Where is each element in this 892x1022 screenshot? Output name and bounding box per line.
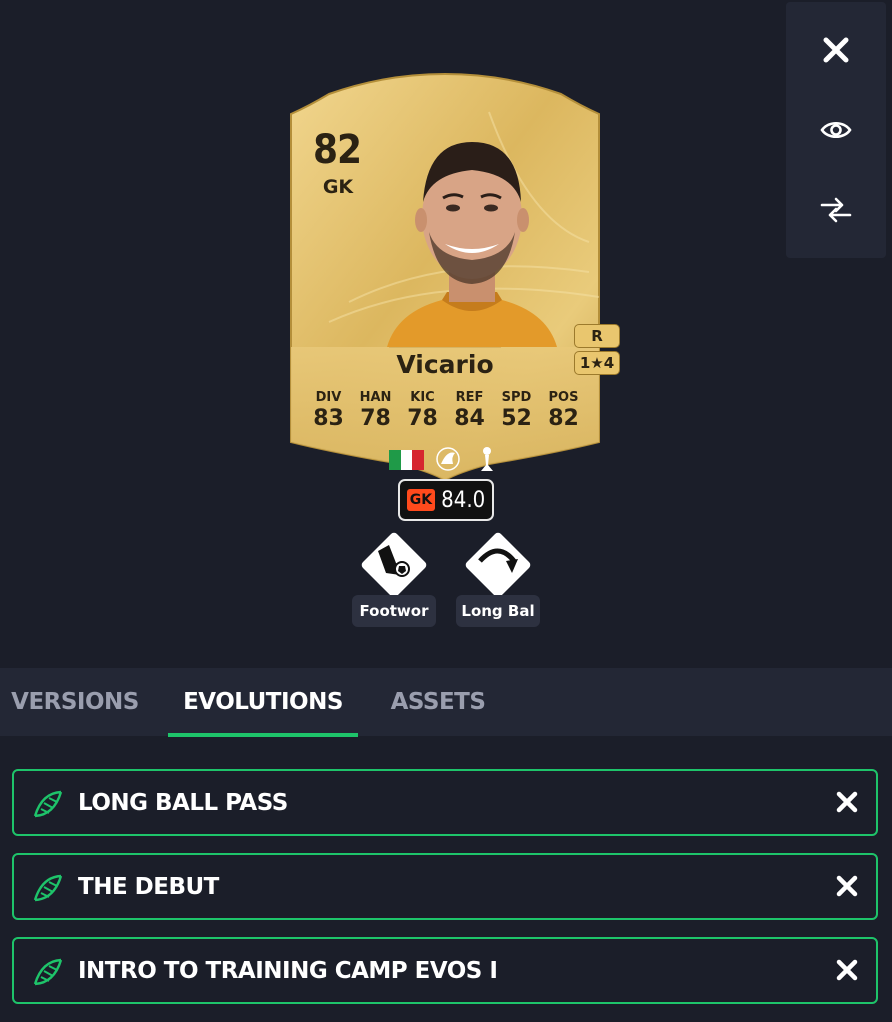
stat-spd: SPD 52 xyxy=(494,390,540,431)
stat-label: KIC xyxy=(410,390,435,405)
playstyle-label: Long Bal xyxy=(456,595,540,627)
stat-value: 78 xyxy=(360,406,391,431)
evolution-item[interactable]: INTRO TO TRAINING CAMP EVOS I xyxy=(12,937,878,1004)
stat-label: SPD xyxy=(501,390,532,405)
remove-evolution-button[interactable] xyxy=(832,871,862,901)
stat-label: POS xyxy=(548,390,579,405)
dna-icon xyxy=(33,958,63,986)
playstyle-long-ball[interactable]: Long Bal xyxy=(456,527,540,627)
tab-assets[interactable]: ASSETS xyxy=(376,668,500,736)
evolution-item[interactable]: THE DEBUT xyxy=(12,853,878,920)
rating-pill-position: GK xyxy=(406,489,436,511)
close-icon xyxy=(836,875,858,897)
card-stats: DIV 83 HAN 78 KIC 78 REF 84 SPD 52 POS 8… xyxy=(305,390,587,431)
close-icon xyxy=(836,959,858,981)
stat-kic: KIC 78 xyxy=(400,390,446,431)
premier-league-icon xyxy=(436,447,460,471)
player-name: Vicario xyxy=(396,350,494,379)
tottenham-icon xyxy=(481,447,493,471)
stat-value: 52 xyxy=(501,406,532,431)
player-portrait xyxy=(387,142,557,347)
stat-label: HAN xyxy=(359,390,392,405)
stat-value: 82 xyxy=(548,406,579,431)
evolution-item[interactable]: LONG BALL PASS xyxy=(12,769,878,836)
close-icon xyxy=(823,37,849,63)
close-button[interactable] xyxy=(786,10,886,90)
tab-versions[interactable]: VERSIONS xyxy=(0,668,150,736)
stat-value: 78 xyxy=(407,406,438,431)
compare-arrows-icon xyxy=(820,197,852,223)
evolution-title: INTRO TO TRAINING CAMP EVOS I xyxy=(78,957,498,984)
eye-icon xyxy=(820,121,852,139)
preferred-foot-value: R xyxy=(591,327,603,345)
long-ball-icon xyxy=(465,532,531,598)
stat-value: 84 xyxy=(454,406,485,431)
side-action-panel xyxy=(786,2,886,258)
skill-moves-value: 4 xyxy=(603,354,615,372)
rating-pill-value: 84.0 xyxy=(441,487,486,513)
rating-pill: GK 84.0 xyxy=(398,479,494,521)
tab-evolutions[interactable]: EVOLUTIONS xyxy=(168,668,358,736)
stat-ref: REF 84 xyxy=(447,390,493,431)
stat-div: DIV 83 xyxy=(306,390,352,431)
evolution-title: LONG BALL PASS xyxy=(78,789,288,816)
player-card[interactable]: 82 GK R 1★ 4 Vicario DIV 83 HAN 78 KIC 78 xyxy=(289,72,620,482)
evolution-title: THE DEBUT xyxy=(78,873,219,900)
preview-button[interactable] xyxy=(786,90,886,170)
card-position: GK xyxy=(322,176,354,198)
preferred-foot-badge: R xyxy=(574,324,620,348)
close-icon xyxy=(836,791,858,813)
dna-icon xyxy=(33,790,63,818)
stat-han: HAN 78 xyxy=(353,390,399,431)
footwork-icon xyxy=(361,532,427,598)
remove-evolution-button[interactable] xyxy=(832,955,862,985)
compare-button[interactable] xyxy=(786,170,886,250)
playstyle-footwork[interactable]: Footwor xyxy=(352,527,436,627)
dna-icon xyxy=(33,874,63,902)
card-rating: 82 xyxy=(313,127,362,173)
stat-pos: POS 82 xyxy=(541,390,587,431)
stat-label: DIV xyxy=(315,390,342,405)
stat-label: REF xyxy=(455,390,484,405)
italy-flag-icon xyxy=(389,450,424,470)
playstyle-label: Footwor xyxy=(352,595,436,627)
remove-evolution-button[interactable] xyxy=(832,787,862,817)
tabs-bar: VERSIONS EVOLUTIONS ASSETS xyxy=(0,668,892,736)
card-badges xyxy=(389,447,493,471)
stat-value: 83 xyxy=(313,406,344,431)
active-tab-indicator xyxy=(168,733,358,737)
